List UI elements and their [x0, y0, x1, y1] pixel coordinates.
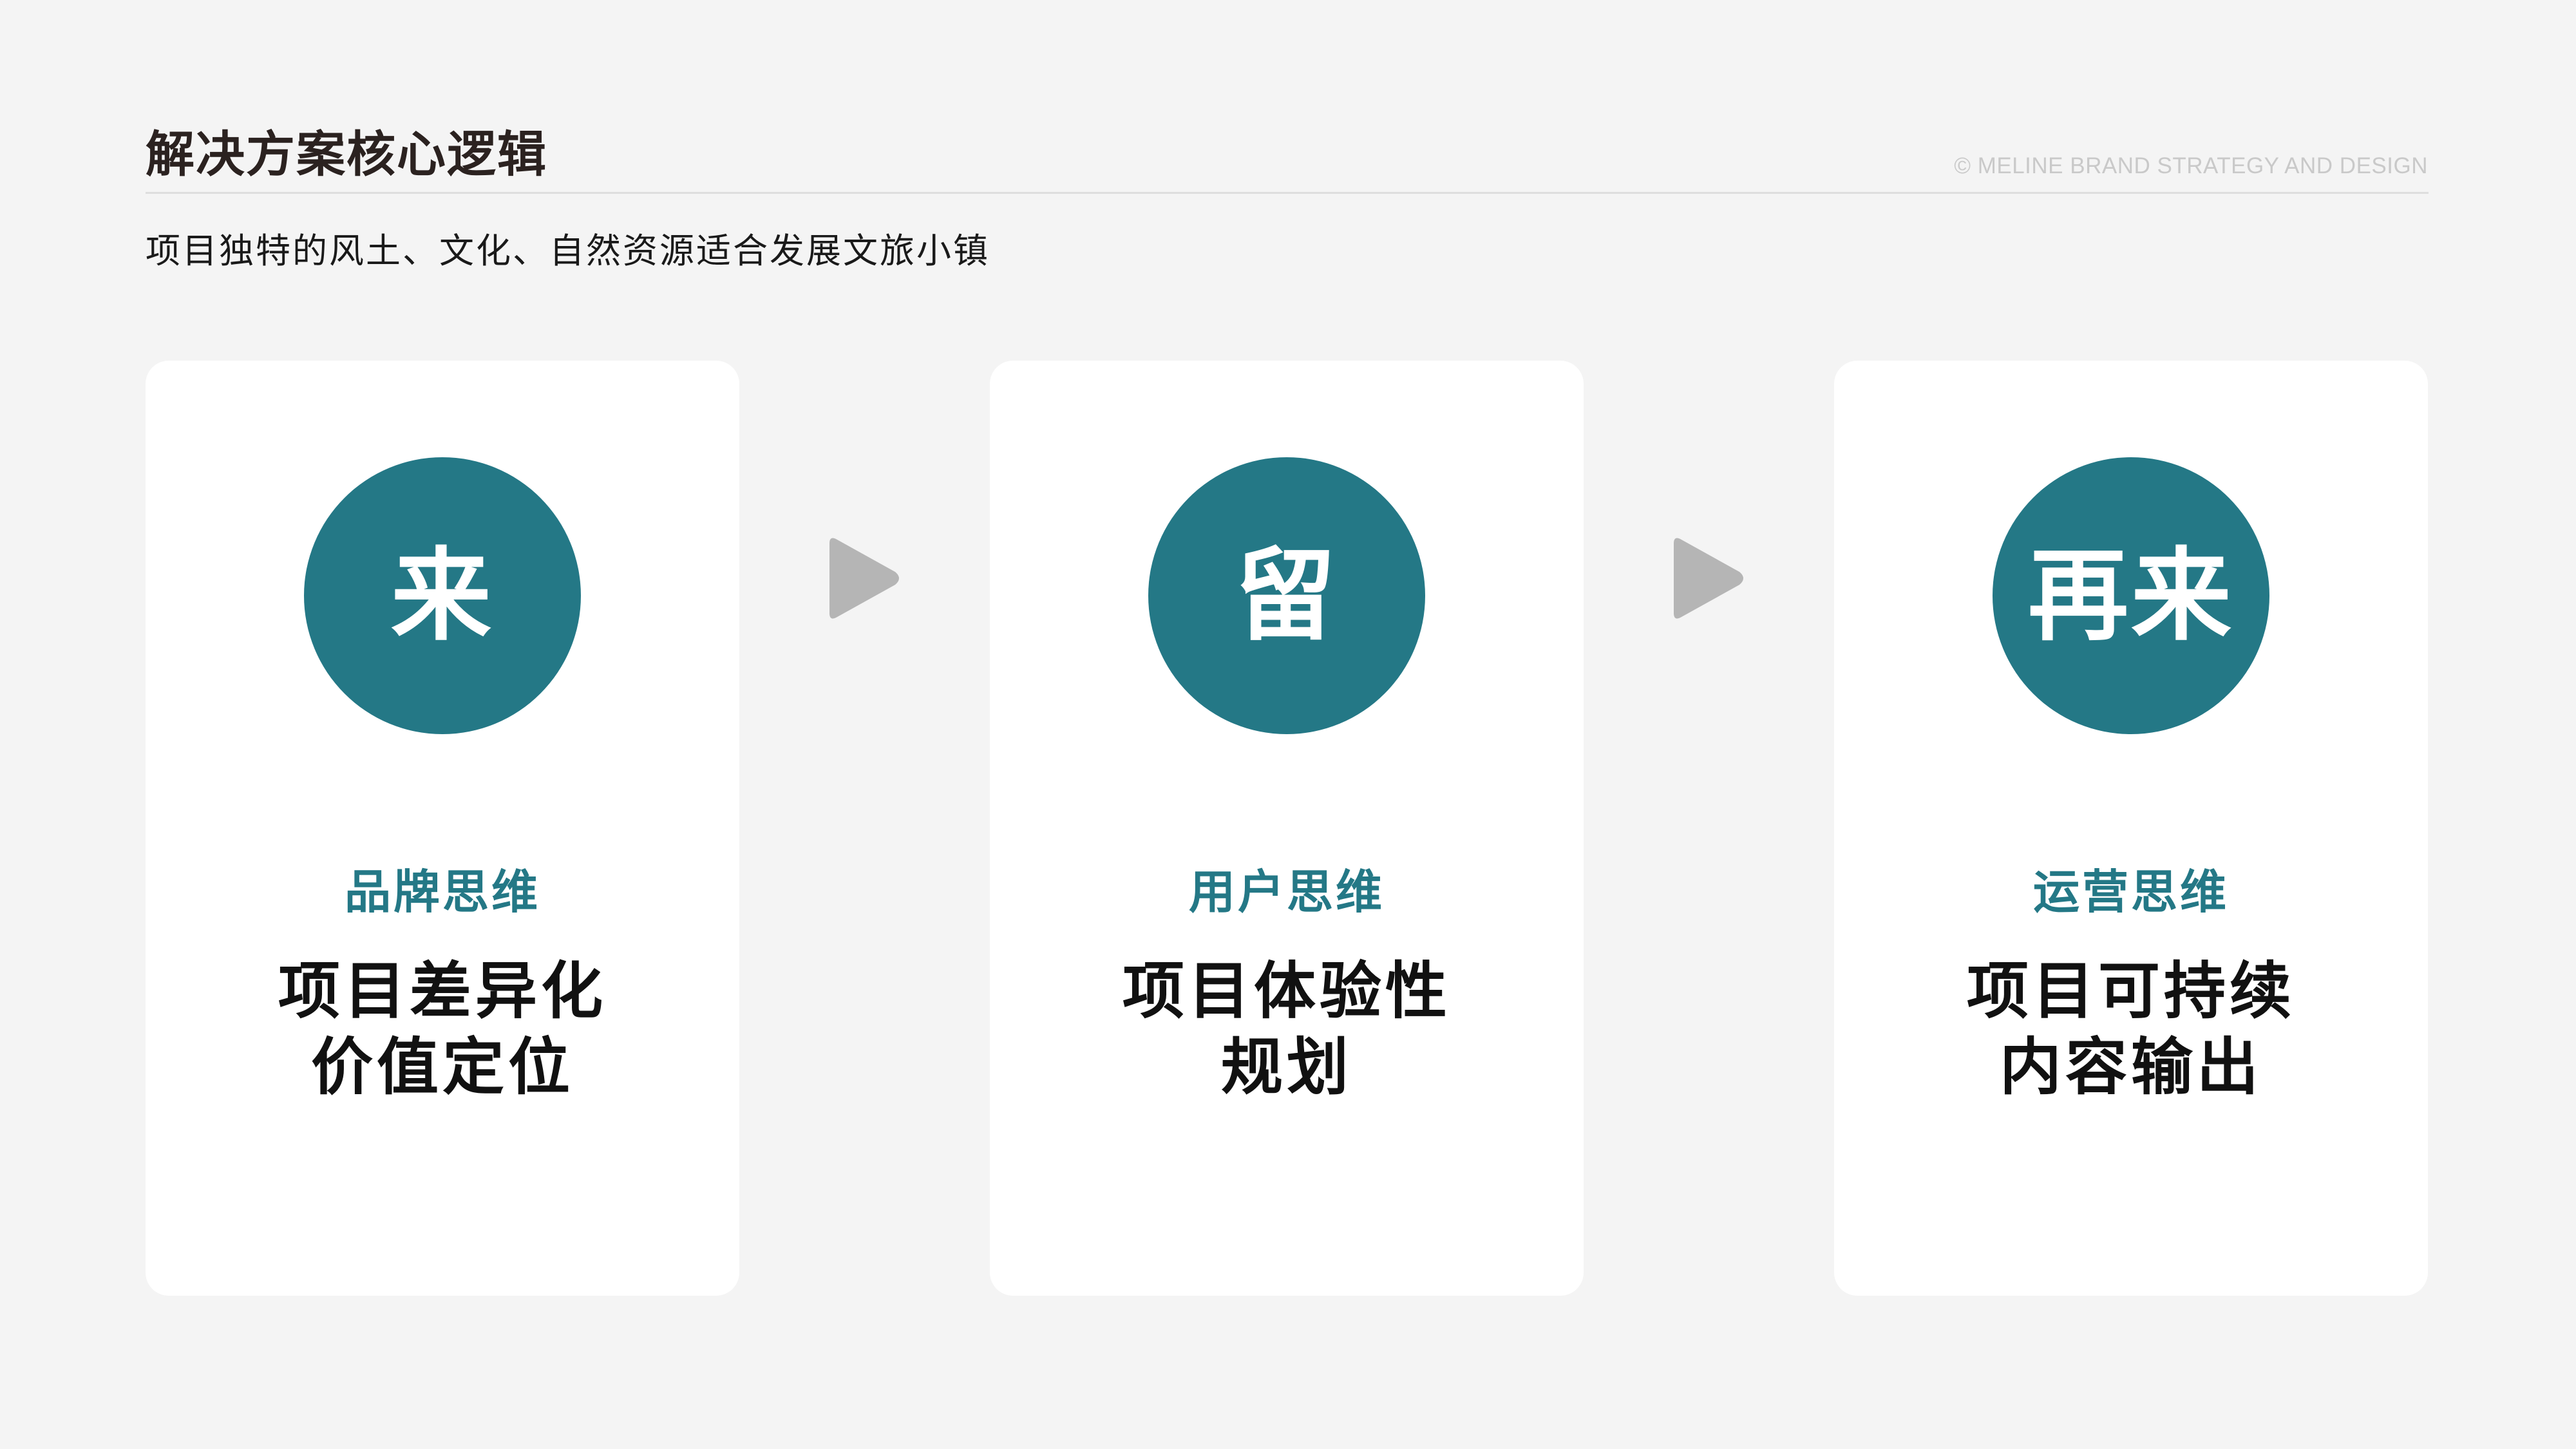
description-line: 项目体验性 [1122, 955, 1451, 1027]
circle-label: 留 [1235, 537, 1338, 654]
card-circle-badge: 来 [304, 457, 581, 734]
circle-label: 再来 [2028, 537, 2234, 654]
card-circle-badge: 再来 [1993, 457, 2269, 734]
copyright-text: © MELINE BRAND STRATEGY AND DESIGN [1954, 153, 2428, 178]
card-description: 项目差异化 价值定位 [146, 953, 739, 1105]
card-user: 留 用户思维 项目体验性 规划 [990, 361, 1584, 1296]
card-description: 项目可持续 内容输出 [1834, 953, 2428, 1105]
card-mode-label: 用户思维 [1188, 865, 1385, 919]
card-mode-label: 品牌思维 [344, 865, 540, 919]
play-arrow-icon [829, 538, 899, 619]
description-line: 内容输出 [2000, 1031, 2262, 1103]
card-circle-badge: 留 [1148, 457, 1425, 734]
page-title: 解决方案核心逻辑 [146, 126, 547, 183]
description-line: 规划 [1221, 1031, 1352, 1103]
description-line: 项目可持续 [1967, 955, 2295, 1027]
card-brand: 来 品牌思维 项目差异化 价值定位 [146, 361, 739, 1296]
play-arrow-icon [1674, 538, 1743, 619]
description-line: 价值定位 [311, 1031, 574, 1103]
circle-label: 来 [391, 537, 494, 654]
page-subtitle: 项目独特的风土、文化、自然资源适合发展文旅小镇 [146, 231, 990, 271]
card-mode-label: 运营思维 [2032, 865, 2229, 919]
header-divider [146, 192, 2429, 194]
card-description: 项目体验性 规划 [990, 953, 1584, 1105]
description-line: 项目差异化 [278, 955, 607, 1027]
card-operation: 再来 运营思维 项目可持续 内容输出 [1834, 361, 2428, 1296]
